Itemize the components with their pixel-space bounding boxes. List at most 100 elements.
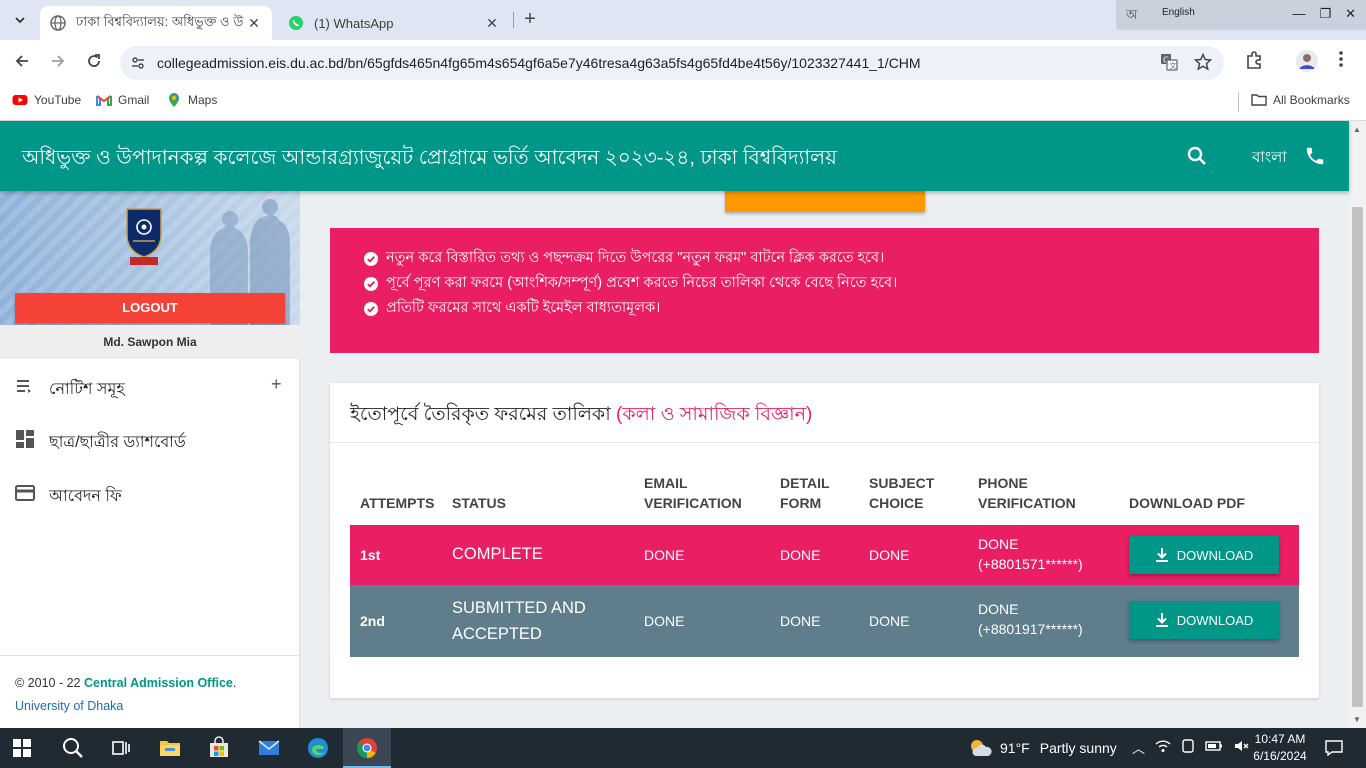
phone-verification-cell: DONE (+8801917******) xyxy=(978,599,1083,639)
kebab-menu-icon xyxy=(1339,51,1343,67)
maps-pin-icon xyxy=(169,93,179,107)
avatar-icon xyxy=(1296,50,1318,72)
task-view-icon[interactable] xyxy=(109,736,133,760)
ime-glyph[interactable]: অ xyxy=(1126,6,1137,27)
browser-menu-button[interactable] xyxy=(1338,50,1344,73)
arrow-right-icon xyxy=(52,55,65,67)
new-tab-button[interactable]: + xyxy=(518,8,542,32)
windows-start-icon[interactable] xyxy=(13,739,31,757)
detail-form-cell: DONE xyxy=(780,613,821,629)
bookmark-label: YouTube xyxy=(34,93,82,107)
check-circle-icon xyxy=(364,277,378,291)
logout-button[interactable]: LOGOUT xyxy=(15,293,285,323)
chevron-down-icon xyxy=(15,17,25,24)
instruction-alert: নতুন করে বিস্তারিত তথ্য ও পছন্দক্রম দিতে… xyxy=(330,228,1319,353)
volume-muted-icon[interactable] xyxy=(1233,738,1249,754)
notification-center-icon[interactable] xyxy=(1324,738,1344,758)
reload-button[interactable] xyxy=(82,51,106,75)
microsoft-store-icon[interactable] xyxy=(207,736,231,760)
du-logo-crest xyxy=(126,208,162,265)
url-text[interactable]: collegeadmission.eis.du.ac.bd/bn/65gfds4… xyxy=(157,55,921,71)
site-header: অধিভুক্ত ও উপাদানকল্প কলেজে আন্ডারগ্র্যা… xyxy=(0,121,1349,191)
sidebar-item-notices[interactable]: নোটিশ সমূহ + xyxy=(0,366,300,406)
detail-form-cell: DONE xyxy=(780,547,821,563)
col-detail-form: DETAIL FORM xyxy=(780,473,830,513)
tab-title: (1) WhatsApp xyxy=(314,15,394,31)
file-explorer-icon[interactable] xyxy=(158,736,182,760)
puzzle-icon xyxy=(1247,51,1261,69)
edge-browser-icon[interactable] xyxy=(306,736,330,760)
battery-icon[interactable] xyxy=(1205,738,1223,754)
forward-button[interactable] xyxy=(46,51,70,75)
restore-icon[interactable]: ❐ xyxy=(1319,6,1331,22)
bookmark-label: Gmail xyxy=(118,93,150,107)
status-line: ACCEPTED xyxy=(452,625,542,643)
scrollbar-thumb[interactable] xyxy=(1352,207,1363,707)
arrow-left-icon xyxy=(15,55,28,67)
extensions-button[interactable] xyxy=(1244,50,1264,75)
minimize-icon[interactable]: — xyxy=(1292,6,1305,22)
bookmark-maps[interactable]: Maps xyxy=(166,92,217,108)
device-icon[interactable] xyxy=(1181,738,1195,754)
download-pdf-button[interactable]: DOWNLOAD xyxy=(1129,536,1279,574)
weather-widget[interactable]: 91°F Partly sunny xyxy=(968,738,1117,758)
divider xyxy=(330,442,1319,443)
status-cell: COMPLETE xyxy=(452,541,543,567)
system-clock[interactable]: 10:47 AM 6/16/2024 xyxy=(1250,731,1310,765)
status-line: SUBMITTED AND xyxy=(452,599,586,617)
back-button[interactable] xyxy=(10,51,34,75)
svg-text:文: 文 xyxy=(1170,61,1177,70)
sidebar-item-application-fee[interactable]: আবেদন ফি xyxy=(0,473,300,513)
download-pdf-button[interactable]: DOWNLOAD xyxy=(1129,601,1279,639)
sidebar-item-label: ছাত্র/ছাত্রীর ড্যাশবোর্ড xyxy=(49,434,186,451)
youtube-icon xyxy=(12,95,28,105)
weather-temp: 91°F xyxy=(1000,740,1030,756)
tab-whatsapp[interactable]: (1) WhatsApp ✕ xyxy=(278,6,510,40)
wifi-icon[interactable] xyxy=(1155,738,1171,754)
close-window-icon[interactable]: ✕ xyxy=(1345,6,1356,22)
ime-language[interactable]: English xyxy=(1162,7,1195,18)
col-label-line: SUBJECT xyxy=(869,475,935,491)
col-label-line: PHONE xyxy=(978,475,1028,491)
translate-icon[interactable]: G文 xyxy=(1160,53,1178,71)
bookmark-gmail[interactable]: Gmail xyxy=(96,92,149,108)
all-bookmarks-button[interactable]: All Bookmarks xyxy=(1251,92,1350,108)
university-link[interactable]: University of Dhaka xyxy=(15,699,123,713)
tab-search-button[interactable] xyxy=(8,8,32,32)
site-info-icon[interactable] xyxy=(130,55,146,71)
col-subject-choice: SUBJECT CHOICE xyxy=(869,473,934,513)
phone-verification-cell: DONE (+8801571******) xyxy=(978,534,1083,574)
chrome-icon[interactable] xyxy=(355,736,379,760)
mail-icon[interactable] xyxy=(257,736,281,760)
profile-avatar[interactable] xyxy=(1296,50,1318,77)
expand-plus-icon[interactable]: + xyxy=(271,374,282,395)
tab-du-admission[interactable]: ঢাকা বিশ্ববিদ্যালয়: অধিভুক্ত ও উ ✕ xyxy=(40,6,272,40)
tab-close-icon[interactable]: ✕ xyxy=(484,15,500,32)
instruction-line: প্রতিটি ফরমের সাথে একটি ইমেইল বাধ্যতামূল… xyxy=(364,297,660,321)
bookmark-youtube[interactable]: YouTube xyxy=(12,92,81,108)
scroll-up-arrow-icon[interactable]: ▲ xyxy=(1353,125,1361,134)
bookmarks-bar: YouTube Gmail Maps All Bookmarks xyxy=(0,86,1366,121)
check-circle-icon xyxy=(364,302,378,316)
phone-button[interactable] xyxy=(1304,145,1326,172)
scroll-down-arrow-icon[interactable]: ▼ xyxy=(1353,715,1361,724)
tab-close-icon[interactable]: ✕ xyxy=(246,15,262,32)
search-button[interactable] xyxy=(1186,145,1208,172)
chevron-up-icon[interactable]: ︿ xyxy=(1132,738,1145,757)
phone-icon xyxy=(1306,147,1324,165)
language-toggle[interactable]: বাংলা xyxy=(1252,146,1287,171)
col-label-line: FORM xyxy=(780,495,822,511)
folder-icon xyxy=(1251,94,1267,106)
sidebar-item-label: নোটিশ সমূহ xyxy=(49,381,125,398)
search-taskbar-icon[interactable] xyxy=(61,736,85,760)
address-bar[interactable]: collegeadmission.eis.du.ac.bd/bn/65gfds4… xyxy=(120,46,1224,80)
download-icon xyxy=(1155,548,1168,562)
phone-status: DONE xyxy=(978,536,1019,552)
star-bookmark-icon[interactable] xyxy=(1194,53,1212,71)
credit-card-icon xyxy=(15,485,35,501)
subject-choice-cell: DONE xyxy=(869,613,910,629)
central-admission-link[interactable]: Central Admission Office xyxy=(84,676,233,690)
download-label: DOWNLOAD xyxy=(1176,612,1254,628)
sidebar-item-dashboard[interactable]: ছাত্র/ছাত্রীর ড্যাশবোর্ড xyxy=(0,419,300,459)
page-scrollbar[interactable]: ▲ ▼ xyxy=(1349,121,1366,728)
